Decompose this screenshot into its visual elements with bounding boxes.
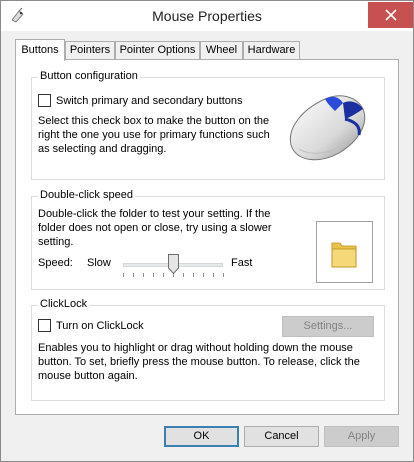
tab-pointers[interactable]: Pointers [65, 41, 115, 60]
clicklock-settings-button[interactable]: Settings... [282, 316, 374, 337]
double-click-speed-title: Double-click speed [38, 189, 135, 201]
tab-hardware[interactable]: Hardware [243, 41, 300, 60]
close-icon [384, 9, 397, 21]
test-folder-area[interactable] [316, 221, 373, 283]
tab-pointer-options[interactable]: Pointer Options [115, 41, 200, 60]
tab-buttons[interactable]: Buttons [15, 39, 65, 61]
double-click-desc-2: folder does not open or close, try using… [38, 222, 272, 234]
slow-label: Slow [87, 257, 111, 269]
fast-label: Fast [231, 257, 253, 269]
slider-tick [193, 273, 194, 277]
clicklock-desc-1: Enables you to highlight or drag without… [38, 342, 353, 354]
slider-tick [163, 273, 164, 277]
slider-tick [133, 273, 134, 277]
close-button[interactable] [368, 2, 413, 28]
slider-tick [123, 273, 124, 277]
double-click-speed-slider-thumb[interactable] [168, 254, 179, 274]
switch-buttons-checkbox[interactable] [38, 94, 51, 107]
slider-tick [223, 273, 224, 277]
slider-tick [143, 273, 144, 277]
folder-icon[interactable] [330, 237, 358, 269]
window-title: Mouse Properties [152, 8, 262, 24]
mouse-illustration-icon [289, 95, 366, 161]
apply-button[interactable]: Apply [324, 426, 399, 447]
button-config-desc-2: right the one you use for primary functi… [38, 129, 270, 141]
button-config-desc-3: as selecting and dragging. [38, 143, 167, 155]
switch-buttons-label[interactable]: Switch primary and secondary buttons [56, 95, 242, 108]
button-configuration-title: Button configuration [38, 70, 140, 82]
speed-label: Speed: [38, 257, 73, 269]
cancel-button[interactable]: Cancel [244, 426, 319, 447]
tab-wheel[interactable]: Wheel [200, 41, 243, 60]
clicklock-desc-2: button. To set, briefly press the mouse … [38, 356, 360, 368]
double-click-desc-1: Double-click the folder to test your set… [38, 208, 271, 220]
button-config-desc-1: Select this check box to make the button… [38, 115, 270, 127]
slider-tick [203, 273, 204, 277]
ok-button[interactable]: OK [164, 426, 239, 447]
title-bar[interactable]: Mouse Properties [1, 1, 413, 31]
clicklock-desc-3: mouse button again. [38, 370, 138, 382]
slider-tick [213, 273, 214, 277]
slider-tick [183, 273, 184, 277]
mouse-properties-window: Mouse Properties Buttons Pointers Pointe… [0, 0, 414, 462]
clicklock-checkbox[interactable] [38, 319, 51, 332]
slider-tick [153, 273, 154, 277]
clicklock-label[interactable]: Turn on ClickLock [56, 320, 144, 333]
clicklock-title: ClickLock [38, 298, 90, 310]
double-click-desc-3: setting. [38, 236, 74, 248]
